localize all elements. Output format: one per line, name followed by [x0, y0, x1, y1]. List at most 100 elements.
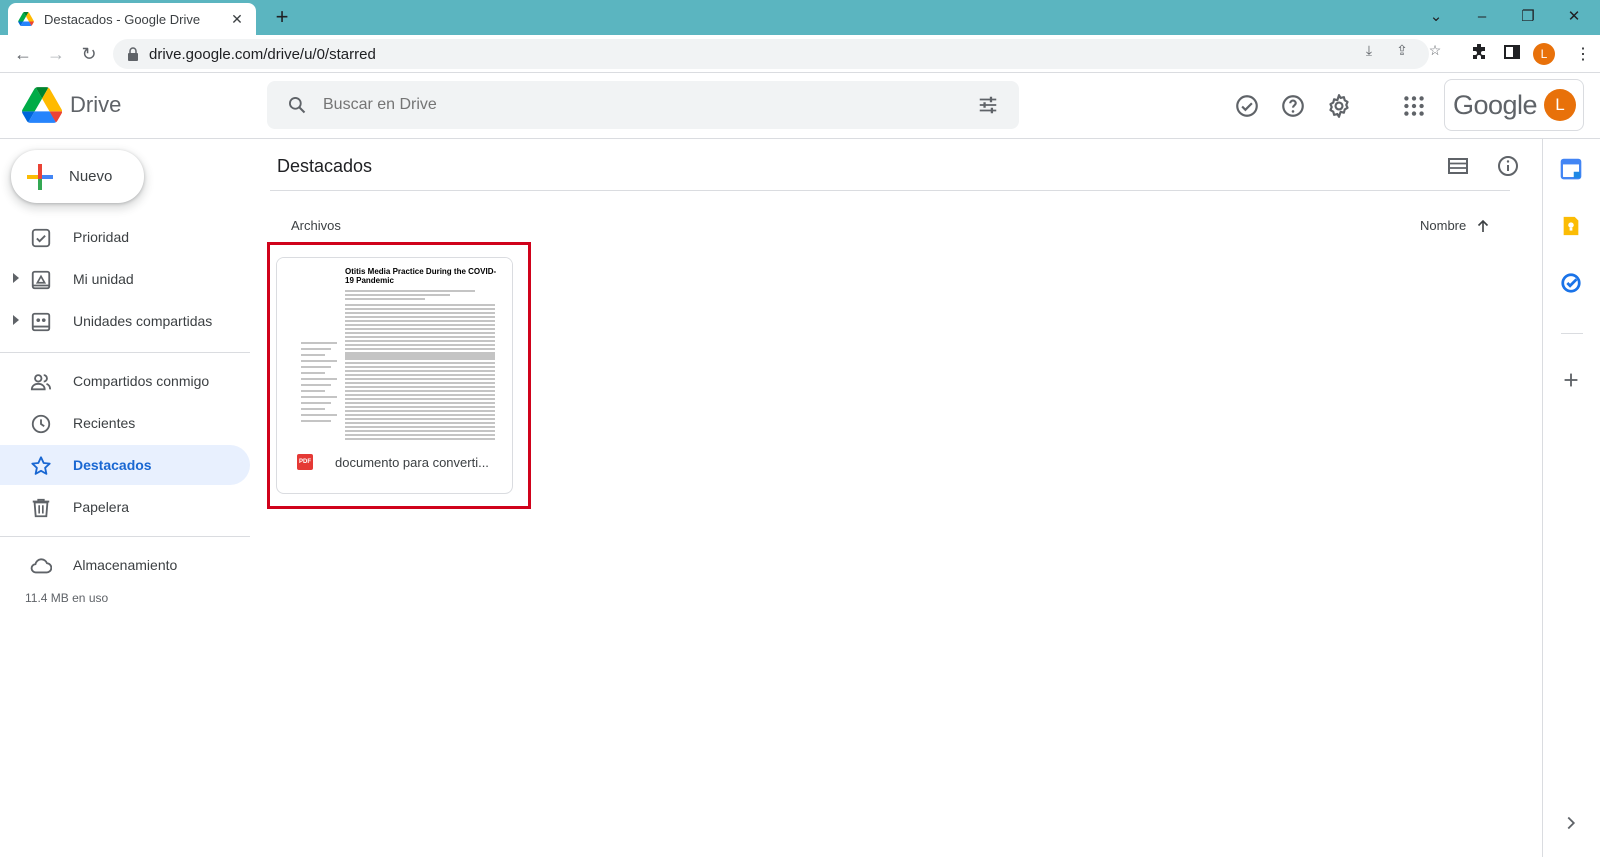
app-name: Drive — [70, 92, 122, 117]
side-panel-icon[interactable] — [1503, 44, 1521, 62]
thumbnail-text-line — [345, 362, 495, 364]
thumbnail-text-line — [345, 382, 495, 384]
list-view-icon[interactable] — [1446, 154, 1470, 178]
star-icon — [31, 456, 51, 475]
share-icon[interactable]: ⇪ — [1393, 42, 1411, 60]
bookmark-star-icon[interactable]: ☆ — [1426, 42, 1444, 60]
sidebar-divider — [0, 352, 250, 353]
drive-header: Drive Google — [0, 73, 1600, 139]
thumbnail-text-line — [345, 298, 425, 300]
address-bar[interactable]: drive.google.com/drive/u/0/starred — [113, 39, 1429, 69]
sidebar-item-storage[interactable]: Almacenamiento — [0, 545, 250, 585]
offline-ready-icon[interactable] — [1234, 93, 1260, 119]
thumbnail-text-line — [345, 328, 495, 330]
thumbnail-text-line — [301, 348, 331, 350]
thumbnail-text-line — [345, 312, 495, 314]
new-button[interactable]: Nuevo — [11, 150, 144, 203]
expand-caret-icon[interactable] — [13, 273, 19, 283]
thumbnail-text-line — [345, 410, 495, 412]
thumbnail-text-line — [345, 340, 495, 342]
thumbnail-text-line — [301, 354, 325, 356]
sidebar-item-label: Destacados — [73, 457, 152, 473]
keep-icon[interactable] — [1560, 215, 1582, 237]
thumbnail-text-line — [345, 308, 495, 310]
window-close-icon[interactable]: ✕ — [1551, 4, 1597, 30]
thumbnail-text-line — [345, 390, 495, 392]
thumbnail-text-line — [345, 320, 495, 322]
my-drive-icon — [31, 270, 51, 290]
browser-profile-avatar[interactable]: L — [1533, 43, 1555, 65]
thumbnail-text-line — [301, 360, 337, 362]
account-avatar[interactable]: L — [1544, 89, 1576, 121]
search-input[interactable] — [323, 96, 923, 114]
content-divider — [270, 190, 1510, 191]
sidebar-item-shared-with-me[interactable]: Compartidos conmigo — [0, 361, 250, 401]
install-icon[interactable]: ⤓ — [1360, 42, 1378, 60]
sort-control[interactable]: Nombre — [1420, 218, 1490, 233]
browser-toolbar: ← → ↻ drive.google.com/drive/u/0/starred… — [0, 35, 1600, 73]
drive-logo-icon[interactable] — [22, 87, 62, 123]
sidebar-divider — [0, 536, 250, 537]
thumbnail-text-line — [345, 374, 495, 376]
tasks-icon[interactable] — [1560, 272, 1582, 294]
file-card[interactable]: Otitis Media Practice During the COVID-1… — [276, 257, 513, 494]
thumbnail-doc-title: Otitis Media Practice During the COVID-1… — [345, 267, 497, 285]
thumbnail-text-line — [301, 414, 337, 416]
storage-usage-text: 11.4 MB en uso — [25, 591, 109, 605]
thumbnail-text-line — [345, 402, 495, 404]
calendar-icon[interactable] — [1560, 158, 1582, 180]
help-icon[interactable] — [1280, 93, 1306, 119]
tab-search-icon[interactable]: ⌄ — [1413, 4, 1459, 30]
search-options-icon[interactable] — [977, 94, 999, 116]
sidebar-item-label: Mi unidad — [73, 271, 134, 287]
search-bar[interactable] — [267, 81, 1019, 129]
sidebar-item-starred[interactable]: Destacados — [0, 445, 250, 485]
thumbnail-text-line — [345, 304, 495, 306]
info-icon[interactable] — [1496, 154, 1520, 178]
minimize-icon[interactable]: – — [1459, 4, 1505, 30]
thumbnail-text-line — [301, 408, 325, 410]
thumbnail-text-line — [345, 294, 450, 296]
file-card-footer[interactable]: PDF documento para converti... — [277, 448, 512, 493]
thumbnail-text-line — [345, 426, 495, 428]
close-tab-icon[interactable]: ✕ — [228, 11, 246, 28]
browser-tab[interactable]: Destacados - Google Drive ✕ — [8, 3, 256, 35]
forward-icon[interactable]: → — [42, 40, 70, 68]
file-thumbnail[interactable]: Otitis Media Practice During the COVID-1… — [277, 258, 512, 448]
restore-icon[interactable]: ❐ — [1505, 4, 1551, 30]
thumbnail-text-line — [345, 316, 495, 318]
browser-menu-icon[interactable]: ⋮ — [1574, 44, 1592, 63]
thumbnail-text-line — [345, 354, 495, 356]
account-switcher[interactable]: Google L — [1444, 79, 1584, 131]
sidebar-item-priority[interactable]: Prioridad — [0, 217, 250, 257]
add-addon-icon[interactable] — [1560, 369, 1582, 391]
extensions-icon[interactable] — [1470, 43, 1488, 62]
chevron-right-icon[interactable] — [1560, 812, 1582, 834]
thumbnail-text-line — [345, 422, 495, 424]
arrow-up-icon[interactable] — [1476, 219, 1490, 233]
sidebar-item-recent[interactable]: Recientes — [0, 403, 250, 443]
thumbnail-text-line — [301, 402, 331, 404]
file-name: documento para converti... — [335, 455, 489, 470]
apps-grid-icon[interactable] — [1401, 93, 1427, 119]
thumbnail-text-line — [345, 358, 495, 360]
search-icon[interactable] — [287, 95, 307, 115]
sidebar-item-trash[interactable]: Papelera — [0, 487, 250, 527]
new-tab-icon[interactable]: + — [270, 5, 294, 29]
back-icon[interactable]: ← — [9, 40, 37, 68]
reload-icon[interactable]: ↻ — [75, 40, 103, 68]
expand-caret-icon[interactable] — [13, 315, 19, 325]
google-wordmark: Google — [1453, 90, 1538, 120]
thumbnail-text-line — [301, 378, 337, 380]
sidebar-item-my-drive[interactable]: Mi unidad — [0, 259, 250, 299]
priority-icon — [31, 228, 51, 248]
thumbnail-text-line — [345, 336, 495, 338]
thumbnail-text-line — [345, 332, 495, 334]
settings-gear-icon[interactable] — [1326, 93, 1352, 119]
thumbnail-text-line — [301, 384, 331, 386]
thumbnail-text-line — [345, 406, 495, 408]
thumbnail-text-line — [345, 430, 495, 432]
thumbnail-text-line — [345, 366, 495, 368]
thumbnail-text-line — [301, 396, 337, 398]
sidebar-item-shared-drives[interactable]: Unidades compartidas — [0, 301, 250, 341]
